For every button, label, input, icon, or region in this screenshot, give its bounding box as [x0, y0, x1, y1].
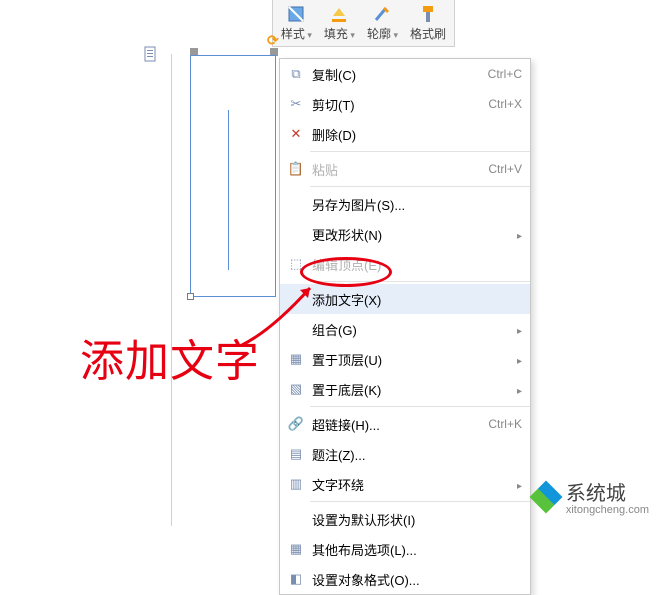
menu-add-text[interactable]: 添加文字(X): [280, 284, 530, 314]
delete-icon: ✕: [284, 126, 308, 142]
menu-hyperlink-label: 超链接(H)...: [308, 415, 488, 434]
menu-save-as-picture-label: 另存为图片(S)...: [308, 195, 522, 214]
page-margin-line: [171, 54, 172, 526]
menu-caption[interactable]: ▤ 题注(Z)...: [280, 439, 530, 469]
text-wrap-icon: ▥: [284, 476, 308, 492]
submenu-arrow-icon: [511, 322, 522, 337]
outline-icon: [372, 4, 392, 24]
menu-more-layout-options-label: 其他布局选项(L)...: [308, 540, 522, 559]
menu-send-to-back-label: 置于底层(K): [308, 380, 511, 399]
menu-group-label: 组合(G): [308, 320, 511, 339]
send-back-icon: ▧: [284, 381, 308, 397]
menu-paste: 📋 粘贴 Ctrl+V: [280, 154, 530, 184]
format-painter-icon: [418, 4, 438, 24]
format-painter-button[interactable]: 格式刷: [404, 2, 452, 44]
selected-shape-bracket[interactable]: [190, 55, 276, 297]
menu-change-shape[interactable]: 更改形状(N): [280, 219, 530, 249]
menu-edit-points: ⬚ 编辑顶点(E): [280, 249, 530, 279]
shape-stem-line: [228, 110, 229, 270]
menu-group[interactable]: 组合(G): [280, 314, 530, 344]
menu-save-as-picture[interactable]: 另存为图片(S)...: [280, 189, 530, 219]
bring-front-icon: ▦: [284, 351, 308, 367]
rotate-handle-icon[interactable]: ⟳: [267, 32, 279, 49]
edit-points-icon: ⬚: [284, 256, 308, 272]
fill-icon: [329, 4, 349, 24]
submenu-arrow-icon: [511, 227, 522, 242]
caption-icon: ▤: [284, 446, 308, 462]
submenu-arrow-icon: [511, 382, 522, 397]
document-icon: [143, 46, 159, 62]
shape-toolbar: 样式 填充 轮廓 格式刷: [272, 0, 455, 47]
style-dropdown[interactable]: 样式: [275, 2, 318, 44]
shape-context-menu: ⧉ 复制(C) Ctrl+C ✂ 剪切(T) Ctrl+X ✕ 删除(D) 📋 …: [279, 58, 531, 595]
submenu-arrow-icon: [511, 477, 522, 492]
scissors-icon: ✂: [284, 96, 308, 112]
menu-bring-to-front-label: 置于顶层(U): [308, 350, 511, 369]
menu-separator: [310, 501, 530, 502]
submenu-arrow-icon: [511, 352, 522, 367]
menu-send-to-back[interactable]: ▧ 置于底层(K): [280, 374, 530, 404]
fill-label: 填充: [324, 25, 355, 42]
menu-text-wrapping[interactable]: ▥ 文字环绕: [280, 469, 530, 499]
outline-label: 轮廓: [367, 25, 398, 42]
menu-cut-shortcut: Ctrl+X: [488, 97, 522, 111]
menu-paste-label: 粘贴: [308, 160, 488, 179]
paste-icon: 📋: [284, 161, 308, 177]
style-icon: [286, 4, 306, 24]
menu-delete[interactable]: ✕ 删除(D): [280, 119, 530, 149]
menu-change-shape-label: 更改形状(N): [308, 225, 511, 244]
menu-set-default-shape[interactable]: 设置为默认形状(I): [280, 504, 530, 534]
outline-dropdown[interactable]: 轮廓: [361, 2, 404, 44]
menu-text-wrapping-label: 文字环绕: [308, 475, 511, 494]
copy-icon: ⧉: [284, 66, 308, 82]
menu-separator: [310, 406, 530, 407]
menu-caption-label: 题注(Z)...: [308, 445, 522, 464]
menu-cut-label: 剪切(T): [308, 95, 488, 114]
menu-more-layout-options[interactable]: ▦ 其他布局选项(L)...: [280, 534, 530, 564]
menu-hyperlink-shortcut: Ctrl+K: [488, 417, 522, 431]
menu-copy-shortcut: Ctrl+C: [488, 67, 522, 81]
menu-format-object-label: 设置对象格式(O)...: [308, 570, 522, 589]
annotation-label: 添加文字: [80, 325, 260, 389]
menu-separator: [310, 186, 530, 187]
format-icon: ◧: [284, 571, 308, 587]
menu-bring-to-front[interactable]: ▦ 置于顶层(U): [280, 344, 530, 374]
menu-separator: [310, 281, 530, 282]
format-painter-label: 格式刷: [410, 25, 446, 42]
style-label: 样式: [281, 25, 312, 42]
fill-dropdown[interactable]: 填充: [318, 2, 361, 44]
menu-edit-points-label: 编辑顶点(E): [308, 255, 522, 274]
hyperlink-icon: 🔗: [284, 416, 308, 432]
watermark: 系统城 xitongcheng.com: [532, 477, 649, 516]
selection-handle-left[interactable]: [187, 293, 194, 300]
menu-add-text-label: 添加文字(X): [308, 290, 522, 309]
watermark-title: 系统城: [566, 477, 649, 506]
layout-icon: ▦: [284, 541, 308, 557]
menu-cut[interactable]: ✂ 剪切(T) Ctrl+X: [280, 89, 530, 119]
menu-format-object[interactable]: ◧ 设置对象格式(O)...: [280, 564, 530, 594]
watermark-url: xitongcheng.com: [566, 504, 649, 516]
menu-delete-label: 删除(D): [308, 125, 522, 144]
menu-copy-label: 复制(C): [308, 65, 488, 84]
menu-paste-shortcut: Ctrl+V: [488, 162, 522, 176]
menu-separator: [310, 151, 530, 152]
watermark-logo-icon: [532, 483, 560, 511]
menu-copy[interactable]: ⧉ 复制(C) Ctrl+C: [280, 59, 530, 89]
menu-hyperlink[interactable]: 🔗 超链接(H)... Ctrl+K: [280, 409, 530, 439]
